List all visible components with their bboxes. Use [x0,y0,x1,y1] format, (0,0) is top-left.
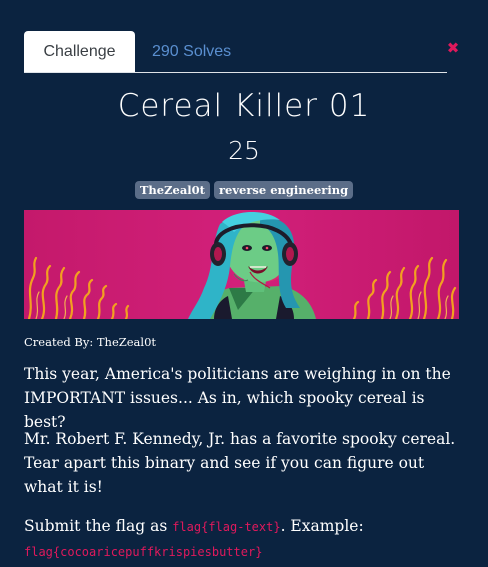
tag-author: TheZeal0t [134,181,210,199]
close-icon[interactable]: ✖ [446,41,460,56]
tag-category: reverse engineering [213,181,354,199]
challenge-points: 25 [228,136,260,165]
tab-challenge[interactable]: Challenge [24,31,135,72]
tab-bar: Challenge 290 Solves [24,31,447,73]
example-flag-code: flag{cocoaricepuffkrispiesbutter} [24,545,263,559]
description-paragraph-2: Mr. Robert F. Kennedy, Jr. has a favorit… [24,430,456,496]
challenge-banner-image [24,210,459,319]
flag-format-code: flag{flag-text} [172,520,281,534]
created-by-text: Created By: TheZeal0t [24,335,157,349]
submit-prefix-text: Submit the flag as [24,517,173,535]
tab-solves[interactable]: 290 Solves [152,31,231,72]
tag-list: TheZeal0t reverse engineering [0,181,488,199]
challenge-title: Cereal Killer 01 [117,88,371,124]
submit-instructions: Submit the flag as flag{flag-text}. Exam… [24,514,464,564]
description-paragraph-1: This year, America's politicians are wei… [24,365,451,431]
example-label-text: . Example: [280,517,364,535]
